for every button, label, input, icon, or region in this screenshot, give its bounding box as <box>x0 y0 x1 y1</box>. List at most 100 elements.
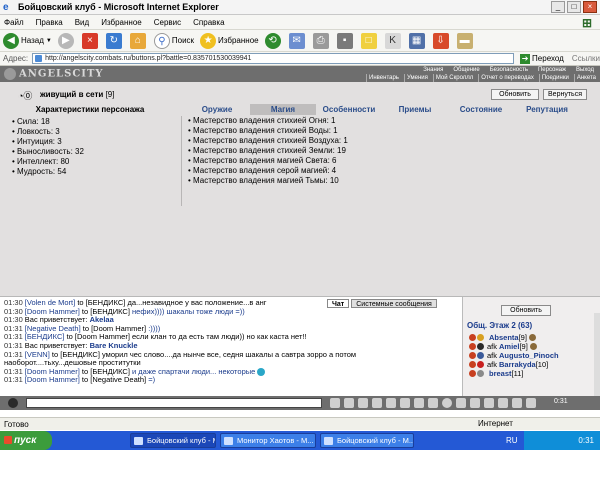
user-name[interactable]: Amiel <box>499 342 519 351</box>
edit-button[interactable]: ▪ <box>336 32 355 49</box>
home-button[interactable]: ⌂ <box>129 32 148 49</box>
user-item[interactable]: Absenta [9] <box>469 333 537 342</box>
chat-recipient[interactable]: to [БЕНДИКС] <box>82 368 130 376</box>
go-button[interactable]: ➔ Переход <box>520 53 564 64</box>
address-input[interactable]: http://angelscity.combats.ru/buttons.pl?… <box>32 53 515 64</box>
menu-edit[interactable]: Правка <box>36 18 63 27</box>
nav-profile[interactable]: Анкета <box>573 74 598 82</box>
taskbar-item[interactable]: Монитор Хаотов - М... <box>220 433 316 448</box>
chat-recipient[interactable]: to [Doom Hammer] <box>67 333 130 341</box>
tab-system-messages[interactable]: Системные сообщения <box>351 299 437 308</box>
move-icon[interactable] <box>512 398 522 408</box>
tab-magic[interactable]: Магия <box>250 104 316 115</box>
settings-icon[interactable] <box>498 398 508 408</box>
user-item[interactable]: afk Augusto_Pinoch <box>469 351 559 360</box>
menu-favorites[interactable]: Избранное <box>101 18 142 27</box>
chat-nick[interactable]: [БЕНДИКС] <box>25 333 65 341</box>
chat-recipient[interactable]: to [Doom Hammer] <box>83 325 146 333</box>
nav-social[interactable]: Общение <box>453 66 479 74</box>
hammer-icon[interactable] <box>372 398 382 408</box>
chat-greeted-nick[interactable]: Akelaa <box>90 316 114 324</box>
addon-button-3[interactable]: ⇩ <box>432 32 451 49</box>
refresh-game-button[interactable]: Обновить <box>491 89 539 100</box>
back-button[interactable]: ◀ Назад ▼ <box>3 32 52 49</box>
user-name[interactable]: Augusto_Pinoch <box>499 351 559 360</box>
info-icon[interactable] <box>528 334 536 341</box>
nav-transfer-report[interactable]: Отчет о переводах <box>478 74 536 82</box>
chat-log[interactable]: 01:30 [Volen de Mort] to [БЕНДИКС] да...н… <box>4 299 460 395</box>
tab-techniques[interactable]: Приемы <box>382 104 448 115</box>
nav-scroll[interactable]: Мой Скроллл <box>432 74 475 82</box>
pencil-icon[interactable] <box>358 398 368 408</box>
return-button[interactable]: Вернуться <box>543 89 587 100</box>
user-name[interactable]: Absenta <box>489 333 519 342</box>
search-button[interactable]: ⚲ Поиск <box>153 32 194 49</box>
addon-button-4[interactable]: ▬ <box>456 32 475 49</box>
info-icon[interactable] <box>529 343 537 350</box>
addon-button-1[interactable]: K <box>384 32 403 49</box>
clear-icon[interactable] <box>400 398 410 408</box>
close-button[interactable]: × <box>583 1 597 13</box>
nav-skills[interactable]: Умения <box>403 74 430 82</box>
window-icon[interactable] <box>470 398 480 408</box>
taskbar-item[interactable]: Бойцовский клуб - М... <box>130 433 216 448</box>
menu-tools[interactable]: Сервис <box>154 18 181 27</box>
users-scrollbar[interactable] <box>594 313 600 397</box>
refresh-button[interactable]: ↻ <box>105 32 124 49</box>
nav-exit[interactable]: Выход <box>576 66 594 74</box>
chat-recipient[interactable]: to [БЕНДИКС] <box>52 351 100 359</box>
chat-greeted-nick[interactable]: Bare Knuckle <box>90 342 138 350</box>
chat-recipient[interactable]: to [БЕНДИКС] <box>82 308 130 316</box>
nav-security[interactable]: Безопасность <box>490 66 528 74</box>
messenger-button[interactable]: □ <box>360 32 379 49</box>
grab-icon[interactable] <box>526 398 536 408</box>
user-item[interactable]: afk Amiel [9] <box>469 342 538 351</box>
maximize-button[interactable]: □ <box>567 1 581 13</box>
tab-chat[interactable]: Чат <box>327 299 350 308</box>
language-indicator[interactable]: RU <box>506 431 518 450</box>
sound-icon[interactable] <box>484 398 494 408</box>
smiley-menu-icon[interactable] <box>442 398 452 408</box>
links-button[interactable]: Ссылки <box>572 54 600 63</box>
chat-nick[interactable]: [Volen de Mort] <box>25 299 75 307</box>
mail-button[interactable]: ✉ <box>288 32 307 49</box>
chat-nick[interactable]: [Doom Hammer] <box>25 308 80 316</box>
chat-nick[interactable]: [Negative Death] <box>25 325 81 333</box>
tab-features[interactable]: Особенности <box>316 104 382 115</box>
translit-icon[interactable] <box>456 398 466 408</box>
user-name[interactable]: breast <box>489 369 512 378</box>
minimize-button[interactable]: _ <box>551 1 565 13</box>
filter-icon[interactable] <box>414 398 424 408</box>
user-item[interactable]: breast [11] <box>469 369 523 378</box>
chevron-down-icon[interactable]: ▼ <box>46 38 52 44</box>
menu-view[interactable]: Вид <box>75 18 89 27</box>
nav-character[interactable]: Персонаж <box>538 66 566 74</box>
user-name[interactable]: Barrakyda <box>499 360 536 369</box>
tab-state[interactable]: Состояние <box>448 104 514 115</box>
taskbar-item[interactable]: Бойцовский клуб - М... <box>320 433 414 448</box>
chat-recipient[interactable]: to [Negative Death] <box>82 376 146 384</box>
history-button[interactable]: ⟲ <box>264 32 283 49</box>
chat-mode-icon[interactable] <box>8 398 18 408</box>
refresh-users-button[interactable]: Обновить <box>501 305 551 316</box>
nav-inventory[interactable]: Инвентарь <box>366 74 401 82</box>
tab-weapons[interactable]: Оружие <box>184 104 250 115</box>
exclaim-icon[interactable] <box>386 398 396 408</box>
nav-battles[interactable]: Поединки <box>538 74 571 82</box>
favorites-button[interactable]: ★ Избранное <box>200 32 259 49</box>
start-button[interactable]: пуск <box>0 431 52 450</box>
chat-nick[interactable]: [VENN] <box>25 351 50 359</box>
menu-help[interactable]: Справка <box>193 18 224 27</box>
tab-reputation[interactable]: Репутация <box>514 104 580 115</box>
chat-nick[interactable]: [Doom Hammer] <box>25 368 80 376</box>
forward-button[interactable]: ▶ <box>57 32 76 49</box>
user-item[interactable]: afk Barrakyda [10] <box>469 360 548 369</box>
stop-button[interactable]: × <box>81 32 100 49</box>
menu-file[interactable]: Файл <box>4 18 24 27</box>
chat-message-input[interactable] <box>26 398 322 408</box>
hand-icon[interactable] <box>344 398 354 408</box>
print-button[interactable]: ⎙ <box>312 32 331 49</box>
chat-recipient[interactable]: to [БЕНДИКС] <box>77 299 125 307</box>
scroll-icon[interactable] <box>428 398 438 408</box>
addon-button-2[interactable]: ▦ <box>408 32 427 49</box>
